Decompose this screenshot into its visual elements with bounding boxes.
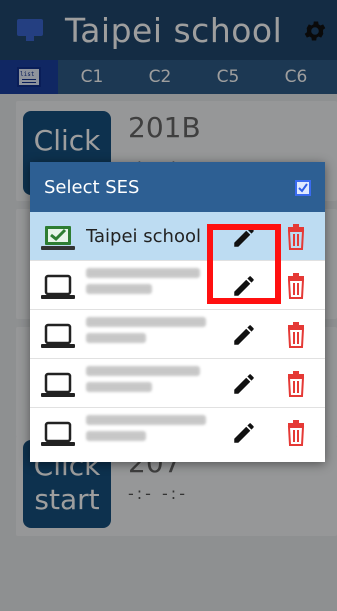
laptop-icon	[41, 274, 75, 299]
dialog-header: Select SES	[30, 162, 325, 212]
highlight-box	[207, 224, 281, 304]
blurred-ses-name	[86, 317, 206, 353]
edit-pencil-icon[interactable]	[231, 322, 257, 348]
edit-pencil-icon[interactable]	[231, 371, 257, 397]
ses-row[interactable]	[30, 359, 325, 408]
laptop-icon	[41, 323, 75, 348]
select-all-checkbox[interactable]	[295, 180, 311, 196]
blurred-ses-name	[86, 366, 206, 402]
blurred-ses-name	[86, 415, 206, 451]
edit-pencil-icon[interactable]	[231, 420, 257, 446]
dialog-title: Select SES	[44, 176, 140, 198]
trash-icon[interactable]	[286, 273, 306, 299]
trash-icon[interactable]	[286, 371, 306, 397]
select-ses-dialog: Select SES Taipei school	[30, 162, 325, 462]
blurred-ses-name	[86, 268, 206, 304]
laptop-icon	[41, 372, 75, 397]
ses-row[interactable]	[30, 310, 325, 359]
ses-row[interactable]	[30, 408, 325, 457]
trash-icon[interactable]	[286, 224, 306, 250]
laptop-check-icon	[41, 226, 75, 250]
trash-icon[interactable]	[286, 420, 306, 446]
laptop-icon	[41, 421, 75, 446]
trash-icon[interactable]	[286, 322, 306, 348]
